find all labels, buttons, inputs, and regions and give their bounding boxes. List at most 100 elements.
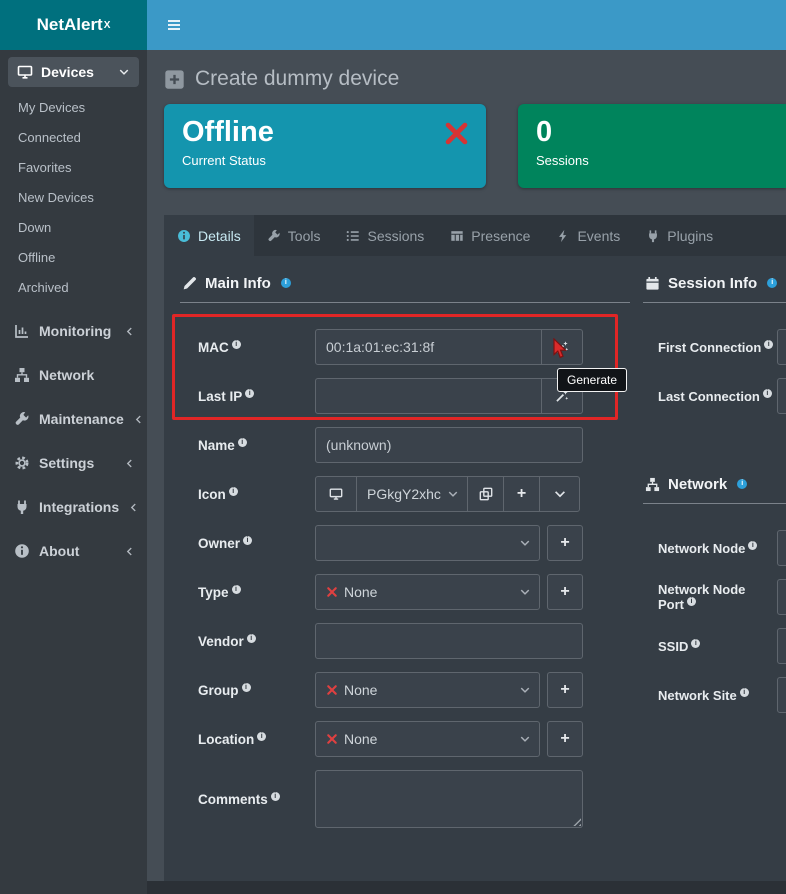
sidebar-item-maintenance[interactable]: Maintenance [0,397,147,441]
tab-label: Presence [471,228,530,244]
plus-icon: + [560,682,569,698]
tab-presence[interactable]: Presence [437,215,543,256]
add-icon-button[interactable]: + [503,476,540,512]
group-select[interactable]: None [315,672,540,708]
ssid-label: SSIDi [658,639,777,654]
group-select-value: None [344,682,513,698]
page-title: Create dummy device [195,67,399,91]
type-select[interactable]: None [315,574,540,610]
network-site-label: Network Sitei [658,688,777,703]
tab-plugins[interactable]: Plugins [633,215,726,256]
info-icon: i [748,541,757,550]
generate-mac-button[interactable] [541,329,583,365]
info-icon: i [245,389,254,398]
network-node-row: Network Nodei [658,530,786,566]
page-header: Create dummy device [164,62,786,96]
chevron-down-icon [447,488,459,500]
sidebar-item-label: Monitoring [39,323,111,339]
owner-select[interactable] [315,525,540,561]
tab-tools[interactable]: Tools [254,215,334,256]
sidebar-item-favorites[interactable]: Favorites [0,153,147,183]
location-field-row: Locationi None + [198,721,630,757]
sidebar-item-devices[interactable]: Devices [8,57,139,87]
location-select[interactable]: None [315,721,540,757]
sidebar-item-monitoring[interactable]: Monitoring [0,309,147,353]
network-node-port-input[interactable] [777,579,786,615]
info-icon: i [281,278,291,288]
tab-label: Plugins [667,228,713,244]
info-icon: i [257,732,266,741]
comments-textarea[interactable] [315,770,583,828]
chevron-down-icon [519,537,531,549]
name-field-row: Namei [198,427,630,463]
sidebar-item-offline[interactable]: Offline [0,243,147,273]
mac-input[interactable] [315,329,542,365]
sidebar-item-label: Maintenance [39,411,124,427]
sidebar-item-about[interactable]: About [0,529,147,573]
icon-select-value: PGkgY2xhc3 [367,486,441,502]
menu-icon[interactable] [165,17,183,33]
location-label: Locationi [198,732,315,747]
sidebar-item-my-devices[interactable]: My Devices [0,93,147,123]
first-connection-label: First Connectioni [658,340,777,355]
sessions-card[interactable]: 0 Sessions [518,104,786,188]
info-icon: i [232,585,241,594]
copy-icon-button[interactable] [467,476,504,512]
network-node-port-row: Network Node Porti [658,579,786,615]
expand-icon-list-button[interactable] [539,476,580,512]
device-tabs: Details Tools Sessions Presence Events P… [164,215,786,256]
x-icon [326,733,338,745]
sidebar-nav: Devices My Devices Connected Favorites N… [0,57,147,573]
network-site-input[interactable] [777,677,786,713]
sidebar-item-network[interactable]: Network [0,353,147,397]
network-site-row: Network Sitei [658,677,786,713]
tab-sessions[interactable]: Sessions [333,215,437,256]
brand-logo[interactable]: NetAlertX [0,0,147,50]
tab-details[interactable]: Details [164,215,254,256]
first-connection-row: First Connectioni [658,329,786,365]
plus-icon: + [560,535,569,551]
sidebar-item-integrations[interactable]: Integrations [0,485,147,529]
icon-select[interactable]: PGkgY2xhc3 [356,476,468,512]
info-icon [14,543,30,559]
ssid-input[interactable] [777,628,786,664]
icon-label: Iconi [198,487,315,502]
current-status-card[interactable]: Offline Current Status [164,104,486,188]
last-connection-input[interactable] [777,378,786,414]
network-node-label: Network Nodei [658,541,777,556]
sidebar-item-new-devices[interactable]: New Devices [0,183,147,213]
devices-submenu: My Devices Connected Favorites New Devic… [0,90,147,309]
ssid-row: SSIDi [658,628,786,664]
session-info-header: Session Info i [645,274,786,292]
plus-icon: + [517,486,526,502]
tab-label: Details [198,228,241,244]
last-ip-input[interactable] [315,378,542,414]
sidebar-item-down[interactable]: Down [0,213,147,243]
tab-events[interactable]: Events [543,215,633,256]
divider [180,302,630,303]
content-area: Create dummy device Offline Current Stat… [147,50,786,894]
main-info-header: Main Info i [182,274,630,292]
chevron-down-icon [519,733,531,745]
name-input[interactable] [315,427,583,463]
icon-preview-button[interactable] [315,476,357,512]
plus-icon: + [560,584,569,600]
top-navbar [147,0,786,50]
vendor-input[interactable] [315,623,583,659]
add-type-button[interactable]: + [547,574,583,610]
add-group-button[interactable]: + [547,672,583,708]
network-node-input[interactable] [777,530,786,566]
info-icon: i [763,389,772,398]
sidebar-item-archived[interactable]: Archived [0,273,147,303]
add-owner-button[interactable]: + [547,525,583,561]
sidebar-item-settings[interactable]: Settings [0,441,147,485]
info-icon: i [691,639,700,648]
details-panel: Main Info i MACi Last IPi [164,256,786,884]
add-location-button[interactable]: + [547,721,583,757]
sidebar-item-connected[interactable]: Connected [0,123,147,153]
plus-icon: + [560,731,569,747]
first-connection-input[interactable] [777,329,786,365]
last-connection-row: Last Connectioni [658,378,786,414]
vendor-label: Vendori [198,634,315,649]
network-node-port-label: Network Node Porti [658,582,777,612]
